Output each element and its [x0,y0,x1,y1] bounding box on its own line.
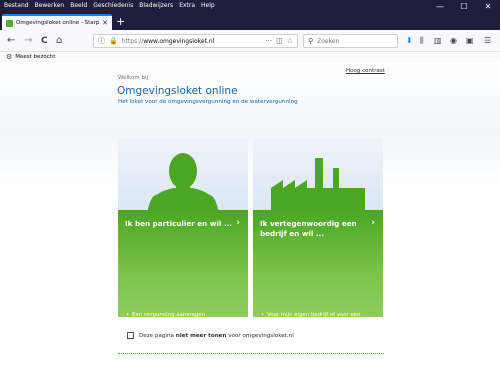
card-particulier[interactable]: Ik ben particulier en wil ... › Een verg… [118,138,248,341]
factory-silhouette-icon [271,158,365,210]
dont-show-again-checkbox[interactable] [127,332,134,339]
chevron-right-icon: › [236,218,240,228]
divider [118,353,384,354]
close-window-button[interactable]: ✕ [476,0,500,14]
nav-bar: ← → C ⌂ ⓘ 🔒 https://www.omgevingsloket.n… [0,30,500,52]
person-silhouette-icon [148,153,218,210]
account-icon[interactable]: ◉ [450,35,457,47]
forward-icon[interactable]: → [24,34,32,48]
bookmark-star-icon[interactable]: ☆ [287,37,293,45]
menu-beeld[interactable]: Beeld [70,1,87,11]
page-actions-icon[interactable]: ··· [265,37,272,45]
card-list: Een vergunning aanvragen De vergunningch… [126,312,244,345]
tab-omgevingsloket[interactable]: Omgevingsloket online - Starp ✕ [2,14,112,30]
menu-icon[interactable]: ☰ [484,35,491,47]
card-bedrijf[interactable]: Ik vertegenwoordig een bedrijf en wil ..… [253,138,383,355]
bookmark-meest-bezocht[interactable]: Meest bezocht [15,54,55,60]
menu-bladwijzers[interactable]: Bladwijzers [139,1,173,11]
card-heading: Ik vertegenwoordig een bedrijf en wil ..… [260,219,357,238]
dont-show-again-label: Deze pagina niet meer tonen voor omgevin… [139,332,294,339]
window-controls: — ☐ ✕ [428,0,500,14]
menu-extra[interactable]: Extra [179,1,195,11]
title-bar: Bestand Bewerken Beeld Geschiedenis Blad… [0,0,500,30]
page-content: Hoog contrast Welkom bij Omgevingsloket … [0,62,500,372]
search-icon: ⚲ [308,37,314,45]
welcome-text: Welkom bij [118,75,149,81]
lock-icon[interactable]: 🔒 [109,37,118,45]
maximize-button[interactable]: ☐ [452,0,476,14]
info-icon[interactable]: ⓘ [98,36,105,46]
url-text[interactable]: https://www.omgevingsloket.nl [122,38,262,45]
list-item[interactable]: Een vergunning aanvragen [126,312,244,319]
reload-icon[interactable]: C [41,34,48,48]
gear-icon: ⚙ [6,53,13,61]
library-icon[interactable]: ⫼ [420,35,424,47]
favicon-icon [6,19,13,27]
back-icon[interactable]: ← [7,34,15,48]
close-tab-icon[interactable]: ✕ [102,19,108,27]
tab-title: Omgevingsloket online - Starp [16,20,100,26]
dont-show-again-row: Deze pagina niet meer tonen voor omgevin… [127,332,294,339]
menu-help[interactable]: Help [201,1,215,11]
chevron-right-icon: › [371,218,375,228]
page-subtitle: Het loket voor de omgevingsvergunning en… [118,99,298,105]
search-bar[interactable]: ⚲ Zoeken [303,34,398,48]
new-tab-button[interactable]: + [116,15,125,29]
menu-bewerken[interactable]: Bewerken [35,1,65,11]
home-icon[interactable]: ⌂ [56,34,62,48]
menu-bestand[interactable]: Bestand [4,1,29,11]
download-icon[interactable]: ⬇ [406,35,413,47]
menu-bar: Bestand Bewerken Beeld Geschiedenis Blad… [4,1,215,11]
extension-icon[interactable]: ▣ [466,35,474,47]
minimize-button[interactable]: — [428,0,452,14]
sidebar-icon[interactable]: ▥ [434,35,442,47]
hoog-contrast-link[interactable]: Hoog contrast [346,68,385,74]
url-bar[interactable]: ⓘ 🔒 https://www.omgevingsloket.nl ··· ◫ … [93,34,298,48]
card-heading: Ik ben particulier en wil ... [125,219,233,228]
list-item[interactable]: Voor mijn eigen bedrijf of voor een part… [261,312,379,333]
menu-geschiedenis[interactable]: Geschiedenis [93,1,133,11]
search-placeholder: Zoeken [317,37,340,45]
page-background [0,62,500,182]
list-item[interactable]: De vergunningcheck doen [126,323,244,330]
bookmarks-bar: ⚙ Meest bezocht [0,52,500,62]
pocket-icon[interactable]: ◫ [276,37,283,45]
page-title: Omgevingsloket online [117,85,238,97]
